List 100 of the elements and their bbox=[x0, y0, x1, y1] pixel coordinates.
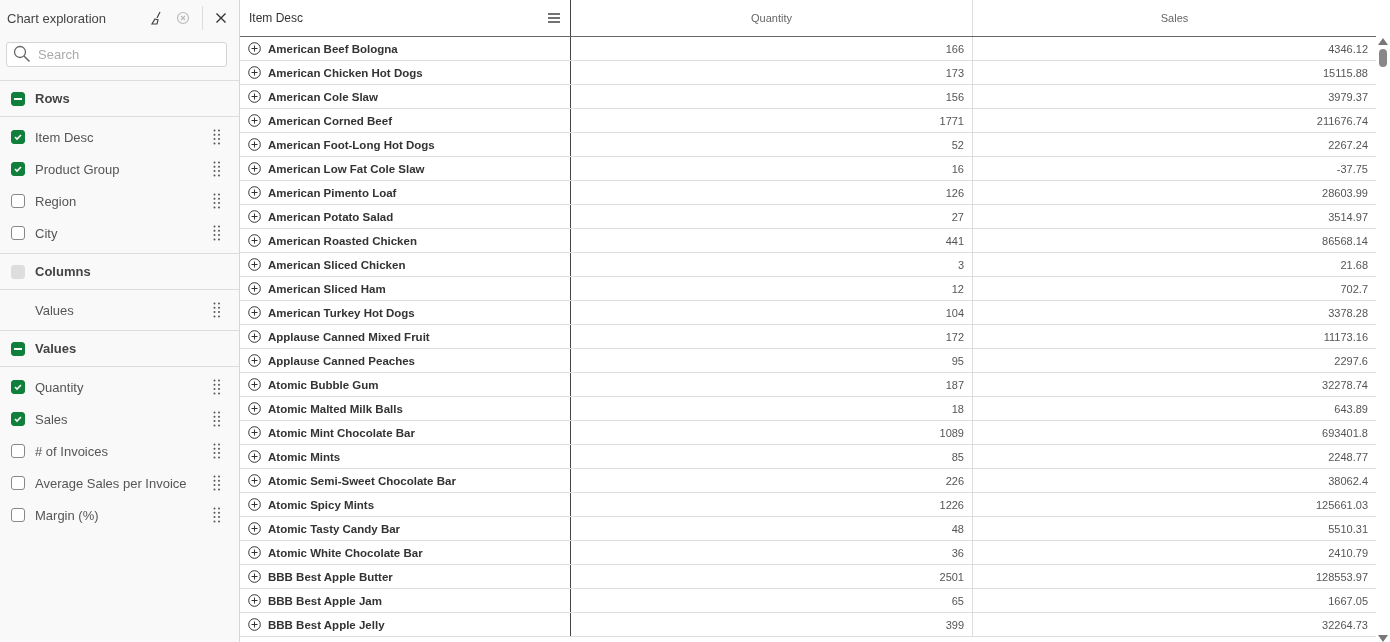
checkbox[interactable] bbox=[11, 412, 25, 426]
expand-icon[interactable] bbox=[248, 522, 261, 535]
expand-icon[interactable] bbox=[248, 402, 261, 415]
drag-handle-icon[interactable] bbox=[213, 443, 221, 459]
drag-handle-icon[interactable] bbox=[213, 379, 221, 395]
checkmark-icon bbox=[13, 132, 23, 142]
section-checkbox[interactable] bbox=[11, 91, 25, 106]
expand-icon[interactable] bbox=[248, 426, 261, 439]
checkbox[interactable] bbox=[11, 162, 25, 176]
table-cell: 2267.24 bbox=[1328, 138, 1368, 151]
column-header[interactable]: Sales bbox=[1160, 12, 1189, 24]
expand-icon[interactable] bbox=[248, 498, 261, 511]
expand-icon[interactable] bbox=[248, 66, 261, 79]
expand-icon[interactable] bbox=[248, 618, 261, 631]
table-cell: Atomic Mint Chocolate Bar bbox=[268, 426, 415, 439]
section-label: Columns bbox=[35, 264, 91, 279]
table-cell: Applause Canned Mixed Fruit bbox=[268, 330, 430, 343]
field-label: # of Invoices bbox=[35, 443, 109, 459]
table-cell: 32264.73 bbox=[1322, 618, 1368, 631]
panel-title: Chart exploration bbox=[7, 10, 107, 26]
table-cell: 156 bbox=[945, 90, 964, 103]
table-cell: 128553.97 bbox=[1316, 570, 1368, 583]
close-icon[interactable] bbox=[215, 12, 227, 24]
expand-icon[interactable] bbox=[248, 570, 261, 583]
table-cell: 11173.16 bbox=[1323, 330, 1368, 343]
drag-handle-icon[interactable] bbox=[213, 475, 221, 491]
section-label: Values bbox=[35, 341, 77, 356]
table-cell: 643.89 bbox=[1334, 402, 1368, 415]
table-cell: American Sliced Ham bbox=[268, 282, 386, 295]
expand-icon[interactable] bbox=[248, 546, 261, 559]
checkbox[interactable] bbox=[11, 194, 25, 208]
drag-handle-icon[interactable] bbox=[213, 161, 221, 177]
scroll-up-icon[interactable] bbox=[1378, 38, 1388, 45]
table-cell: 85 bbox=[951, 450, 964, 463]
expand-icon[interactable] bbox=[248, 138, 261, 151]
column-header[interactable]: Item Desc bbox=[249, 11, 303, 25]
table-cell: 126 bbox=[945, 186, 964, 199]
table-cell: American Corned Beef bbox=[268, 114, 392, 127]
checkbox[interactable] bbox=[11, 444, 25, 458]
scroll-down-icon[interactable] bbox=[1378, 635, 1388, 642]
drag-handle-icon[interactable] bbox=[213, 129, 221, 145]
expand-icon[interactable] bbox=[248, 354, 261, 367]
expand-icon[interactable] bbox=[248, 378, 261, 391]
section-checkbox[interactable] bbox=[11, 341, 25, 356]
expand-icon[interactable] bbox=[248, 282, 261, 295]
section-label: Rows bbox=[35, 91, 70, 106]
table-cell: 166 bbox=[945, 42, 964, 55]
table-cell: 125661.03 bbox=[1316, 498, 1368, 511]
table-cell: American Turkey Hot Dogs bbox=[268, 306, 415, 319]
table-cell: Atomic Mints bbox=[268, 450, 341, 463]
table-cell: 21.68 bbox=[1340, 258, 1368, 271]
table-cell: BBB Best Apple Jelly bbox=[268, 618, 385, 631]
field-label: Margin (%) bbox=[35, 507, 100, 523]
expand-icon[interactable] bbox=[248, 474, 261, 487]
expand-icon[interactable] bbox=[248, 330, 261, 343]
checkmark-icon bbox=[13, 164, 23, 174]
checkbox[interactable] bbox=[11, 130, 25, 144]
column-header[interactable]: Quantity bbox=[751, 12, 792, 24]
checkbox[interactable] bbox=[11, 226, 25, 240]
menu-icon[interactable] bbox=[548, 13, 560, 23]
expand-icon[interactable] bbox=[248, 450, 261, 463]
field-label: Values bbox=[35, 302, 75, 318]
field-label: Product Group bbox=[35, 161, 121, 177]
table-cell: 187 bbox=[945, 378, 964, 391]
checkbox[interactable] bbox=[11, 476, 25, 490]
table-cell: Applause Canned Peaches bbox=[268, 354, 415, 367]
table-cell: 702.7 bbox=[1340, 282, 1368, 295]
table-cell: 1226 bbox=[939, 498, 964, 511]
checkbox[interactable] bbox=[11, 508, 25, 522]
expand-icon[interactable] bbox=[248, 258, 261, 271]
drag-handle-icon[interactable] bbox=[213, 507, 221, 523]
drag-handle-icon[interactable] bbox=[213, 225, 221, 241]
table-cell: Atomic Spicy Mints bbox=[268, 498, 375, 511]
table-cell: 95 bbox=[951, 354, 964, 367]
expand-icon[interactable] bbox=[248, 306, 261, 319]
search-icon bbox=[13, 45, 31, 63]
table-cell: 86568.14 bbox=[1322, 234, 1368, 247]
expand-icon[interactable] bbox=[248, 162, 261, 175]
expand-icon[interactable] bbox=[248, 90, 261, 103]
table-cell: 211676.74 bbox=[1316, 114, 1368, 127]
table-cell: 4346.12 bbox=[1328, 42, 1368, 55]
expand-icon[interactable] bbox=[248, 186, 261, 199]
search-field[interactable]: Search bbox=[6, 42, 227, 67]
checkmark-icon bbox=[13, 414, 23, 424]
expand-icon[interactable] bbox=[248, 210, 261, 223]
table-cell: American Chicken Hot Dogs bbox=[268, 66, 423, 79]
table-cell: 52 bbox=[951, 138, 964, 151]
expand-icon[interactable] bbox=[248, 114, 261, 127]
table-cell: 3378.28 bbox=[1328, 306, 1368, 319]
drag-handle-icon[interactable] bbox=[213, 302, 221, 318]
field-label: Average Sales per Invoice bbox=[35, 475, 188, 491]
drag-handle-icon[interactable] bbox=[213, 193, 221, 209]
checkbox[interactable] bbox=[11, 380, 25, 394]
expand-icon[interactable] bbox=[248, 42, 261, 55]
table-cell: 27 bbox=[951, 210, 964, 223]
drag-handle-icon[interactable] bbox=[213, 411, 221, 427]
expand-icon[interactable] bbox=[248, 594, 261, 607]
scrollbar-thumb[interactable] bbox=[1379, 49, 1387, 67]
expand-icon[interactable] bbox=[248, 234, 261, 247]
table-cell: Atomic Tasty Candy Bar bbox=[268, 522, 401, 535]
